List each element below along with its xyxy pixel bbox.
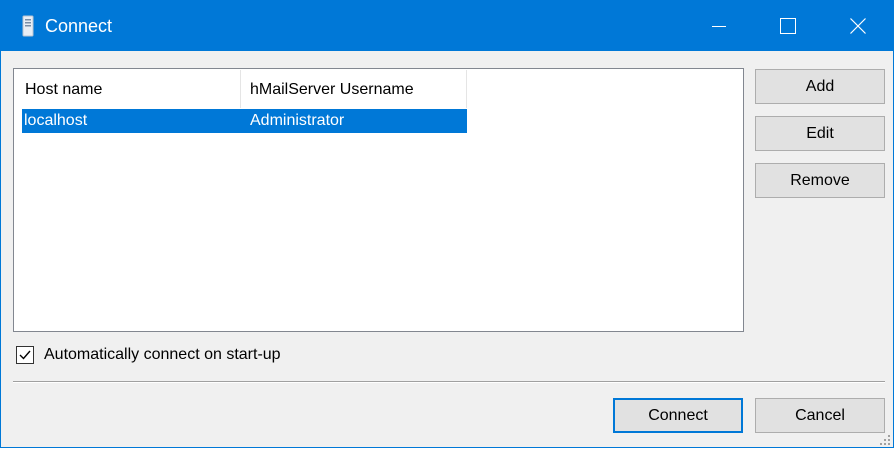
separator bbox=[13, 381, 885, 383]
maximize-button[interactable] bbox=[753, 1, 823, 51]
edit-button[interactable]: Edit bbox=[755, 116, 885, 151]
auto-connect-checkbox[interactable] bbox=[16, 346, 34, 364]
connect-button[interactable]: Connect bbox=[613, 398, 743, 433]
server-icon bbox=[20, 15, 36, 37]
host-cell: localhost bbox=[24, 112, 88, 129]
checkmark-icon bbox=[19, 350, 31, 360]
minimize-button[interactable] bbox=[684, 1, 754, 51]
cancel-button[interactable]: Cancel bbox=[755, 398, 885, 433]
auto-connect-label[interactable]: Automatically connect on start-up bbox=[44, 346, 281, 364]
column-header-username[interactable]: hMailServer Username bbox=[241, 70, 467, 108]
username-cell: Administrator bbox=[250, 112, 345, 129]
column-header-host[interactable]: Host name bbox=[14, 70, 241, 108]
auto-connect-option[interactable]: Automatically connect on start-up bbox=[16, 343, 281, 367]
window-title: Connect bbox=[45, 16, 113, 36]
resize-grip-icon[interactable] bbox=[879, 433, 891, 445]
servers-list[interactable]: Host name hMailServer Username localhost… bbox=[13, 68, 744, 332]
remove-button[interactable]: Remove bbox=[755, 163, 885, 198]
close-button[interactable] bbox=[823, 1, 893, 51]
title-bar[interactable]: Connect bbox=[1, 1, 893, 51]
minimize-icon bbox=[712, 26, 726, 27]
connect-dialog: Connect Host name hMailServer Username l… bbox=[0, 0, 894, 448]
add-button[interactable]: Add bbox=[755, 69, 885, 104]
maximize-icon bbox=[780, 18, 796, 34]
list-item[interactable]: localhost Administrator bbox=[22, 109, 467, 133]
close-icon bbox=[850, 18, 866, 34]
